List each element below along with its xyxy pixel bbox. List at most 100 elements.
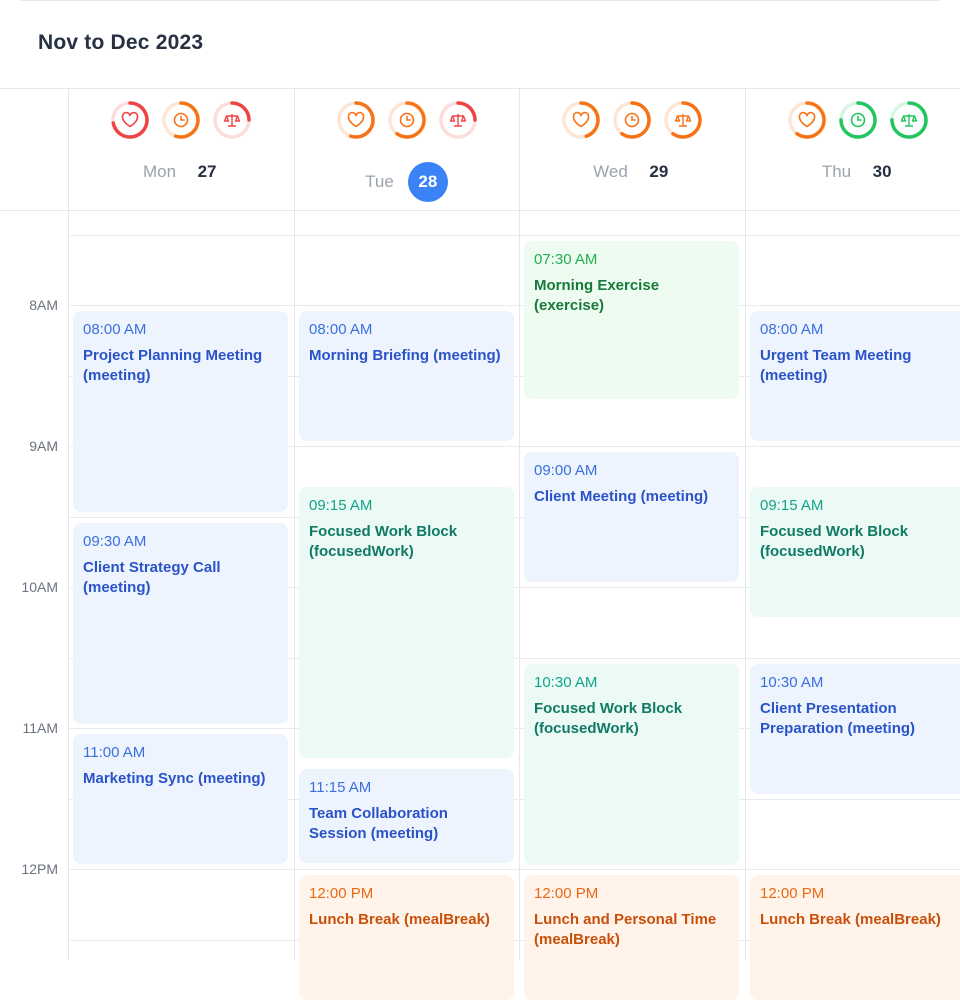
event-title: Focused Work Block (focusedWork) <box>534 700 683 737</box>
day-header-tue: Tue 28 <box>294 89 519 210</box>
date-number: 30 <box>872 162 892 181</box>
wellness-indicators <box>294 101 519 139</box>
wellness-ring[interactable] <box>612 101 651 139</box>
event-card[interactable]: 09:30 AM Client Strategy Call (meeting) <box>73 523 288 724</box>
day-header-thu: Thu 30 <box>745 89 960 210</box>
wellness-indicators <box>519 101 744 139</box>
event-title: Morning Briefing (meeting) <box>309 347 501 364</box>
event-card[interactable]: 09:00 AM Client Meeting (meeting) <box>524 452 739 582</box>
event-title: Lunch and Personal Time (mealBreak) <box>534 911 717 948</box>
event-card[interactable]: 12:00 PM Lunch and Personal Time (mealBre… <box>524 875 739 1000</box>
wellness-indicators <box>68 101 293 139</box>
scale-icon <box>674 114 691 127</box>
event-card[interactable]: 07:30 AM Morning Exercise (exercise) <box>524 241 739 399</box>
event-time: 12:00 PM <box>309 885 374 902</box>
event-card[interactable]: 11:00 AM Marketing Sync (meeting) <box>73 734 288 864</box>
event-title: Morning Exercise (exercise) <box>534 277 660 314</box>
day-header-mon: Mon 27 <box>68 89 293 210</box>
column-divider <box>745 89 746 960</box>
event-time: 07:30 AM <box>534 251 598 268</box>
today-date-badge: 28 <box>407 162 448 202</box>
scale-icon <box>449 114 466 127</box>
event-card[interactable]: 11:15 AM Team Collaboration Session (meet… <box>299 769 514 863</box>
hour-label: 12PM <box>21 861 58 877</box>
event-card[interactable]: 08:00 AM Urgent Team Meeting (meeting) <box>750 311 960 441</box>
hour-label: 8AM <box>29 297 58 313</box>
wellness-indicators <box>745 101 960 139</box>
weekday-label: Mon <box>142 162 177 181</box>
event-time: 09:15 AM <box>309 497 373 514</box>
heart-icon <box>798 111 815 128</box>
event-time: 10:30 AM <box>534 674 598 691</box>
wellness-ring[interactable] <box>889 101 928 139</box>
event-card[interactable]: 09:15 AM Focused Work Block (focusedWork) <box>299 487 514 758</box>
event-time: 08:00 AM <box>760 321 824 338</box>
date-number: 27 <box>197 162 217 181</box>
day-header-wed: Wed 29 <box>519 89 744 210</box>
column-divider <box>68 89 69 960</box>
day-label[interactable]: Thu 30 <box>745 162 960 182</box>
event-time: 12:00 PM <box>534 885 599 902</box>
clock-icon <box>399 112 414 128</box>
event-card[interactable]: 09:15 AM Focused Work Block (focusedWork) <box>750 487 960 617</box>
wellness-ring[interactable] <box>161 101 200 139</box>
event-title: Client Meeting (meeting) <box>534 488 709 505</box>
heart-icon <box>347 111 364 128</box>
date-range-title: Nov to Dec 2023 <box>38 31 204 54</box>
event-title: Client Presentation Preparation (meeting… <box>760 700 916 737</box>
weekday-label: Thu <box>821 162 852 181</box>
header-divider <box>0 210 960 211</box>
half-hour-gridline <box>68 235 960 236</box>
hour-label: 9AM <box>29 438 58 454</box>
event-time: 11:15 AM <box>309 779 372 796</box>
weekday-label: Wed <box>593 162 628 181</box>
hour-label: 10AM <box>21 579 58 595</box>
event-card[interactable]: 12:00 PM Lunch Break (mealBreak) <box>750 875 960 1000</box>
event-time: 09:00 AM <box>534 462 598 479</box>
wellness-ring[interactable] <box>663 101 702 139</box>
wellness-ring[interactable] <box>438 101 477 139</box>
event-time: 12:00 PM <box>760 885 825 902</box>
event-time: 08:00 AM <box>83 321 147 338</box>
wellness-ring[interactable] <box>787 101 826 139</box>
event-time: 08:00 AM <box>309 321 373 338</box>
event-card[interactable]: 12:00 PM Lunch Break (mealBreak) <box>299 875 514 1000</box>
day-label[interactable]: Mon 27 <box>68 162 293 182</box>
event-card[interactable]: 10:30 AM Client Presentation Preparation … <box>750 664 960 794</box>
wellness-ring[interactable] <box>561 101 600 139</box>
wellness-ring[interactable] <box>387 101 426 139</box>
wellness-ring[interactable] <box>212 101 251 139</box>
event-title: Team Collaboration Session (meeting) <box>309 805 448 842</box>
event-card[interactable]: 08:00 AM Project Planning Meeting (meetin… <box>73 311 288 512</box>
hour-label: 11AM <box>22 720 58 736</box>
clock-icon <box>173 112 188 128</box>
column-divider <box>519 89 520 960</box>
event-time: 09:30 AM <box>83 533 147 550</box>
event-time: 09:15 AM <box>760 497 824 514</box>
scale-icon <box>900 114 917 127</box>
event-title: Marketing Sync (meeting) <box>83 770 266 787</box>
hour-gridline <box>68 305 960 306</box>
hour-gridline <box>68 869 960 870</box>
event-time: 11:00 AM <box>83 744 146 761</box>
scale-icon <box>223 114 240 127</box>
top-divider <box>20 0 940 1</box>
event-card[interactable]: 08:00 AM Morning Briefing (meeting) <box>299 311 514 441</box>
heart-icon <box>121 111 138 128</box>
heart-icon <box>572 111 589 128</box>
wellness-ring[interactable] <box>110 101 149 139</box>
event-title: Urgent Team Meeting (meeting) <box>760 347 912 384</box>
day-label[interactable]: Wed 29 <box>519 162 744 182</box>
event-title: Lunch Break (mealBreak) <box>309 911 490 928</box>
event-title: Client Strategy Call (meeting) <box>83 559 221 596</box>
day-label[interactable]: Tue 28 <box>294 162 519 202</box>
weekday-label: Tue <box>365 172 394 191</box>
column-divider <box>294 89 295 960</box>
event-card[interactable]: 10:30 AM Focused Work Block (focusedWork) <box>524 664 739 865</box>
event-title: Project Planning Meeting (meeting) <box>83 347 263 384</box>
event-title: Lunch Break (mealBreak) <box>760 911 941 928</box>
event-title: Focused Work Block (focusedWork) <box>760 523 909 560</box>
wellness-ring[interactable] <box>336 101 375 139</box>
wellness-ring[interactable] <box>838 101 877 139</box>
event-time: 10:30 AM <box>760 674 824 691</box>
